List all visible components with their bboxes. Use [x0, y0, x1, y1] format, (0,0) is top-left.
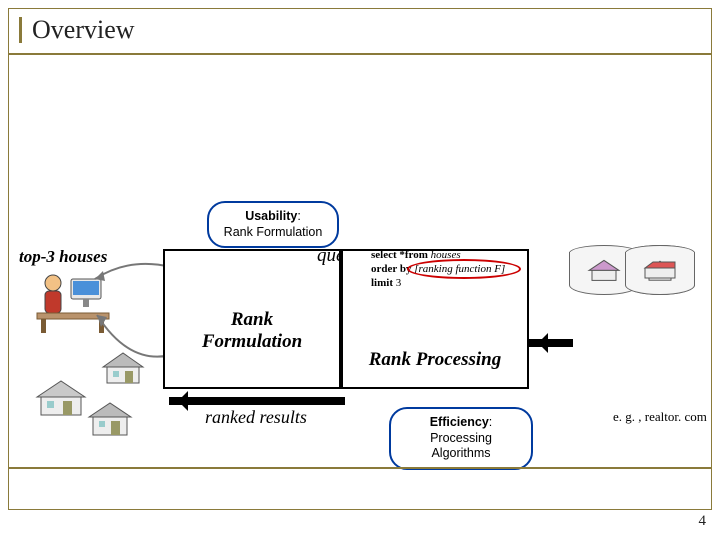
title-bar: Overview: [9, 9, 711, 51]
usability-bubble: Usability:Rank Formulation: [207, 201, 339, 248]
rank-processing-label: Rank Processing: [349, 349, 521, 371]
arrow-ranked-results: [169, 397, 345, 405]
ranking-function-highlight: [407, 259, 521, 279]
slide-title: Overview: [32, 15, 135, 45]
page-number: 4: [699, 513, 707, 530]
efficiency-bubble: Efficiency:Processing Algorithms: [389, 407, 533, 470]
house-icon: [33, 377, 89, 422]
title-accent-bar: [19, 17, 22, 43]
house-icon: [85, 399, 135, 442]
ranked-results-label: ranked results: [205, 407, 307, 428]
arrow-db-to-processing: [529, 339, 573, 347]
example-caption: e. g. , realtor. com: [613, 409, 707, 425]
rank-formulation-label: RankFormulation: [187, 309, 317, 353]
bottom-divider: [9, 467, 711, 469]
title-divider: [9, 53, 711, 55]
slide-frame: Overview top-3 houses RankF: [8, 8, 712, 510]
database-cluster: [569, 245, 709, 405]
